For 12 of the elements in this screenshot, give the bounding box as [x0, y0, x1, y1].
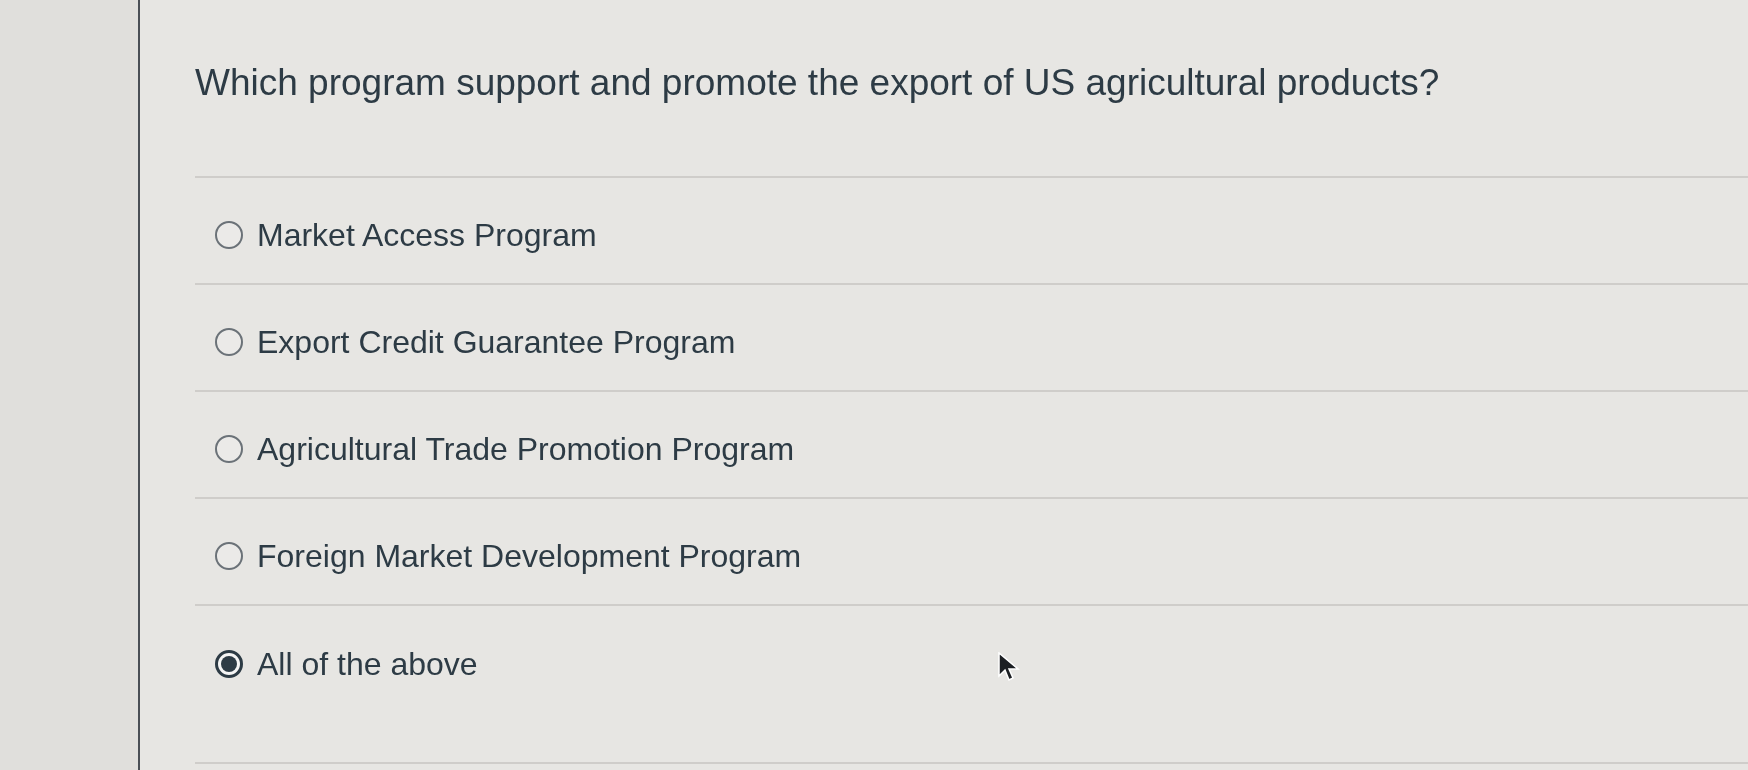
question-text: Which program support and promote the export of US agricultural products?	[195, 60, 1440, 105]
option-label[interactable]: Market Access Program	[257, 214, 597, 255]
option-label[interactable]: All of the above	[257, 643, 478, 684]
option-label[interactable]: Foreign Market Development Program	[257, 535, 802, 576]
option-label[interactable]: Agricultural Trade Promotion Program	[257, 428, 795, 469]
mouse-pointer-icon	[998, 652, 1020, 682]
radio-button[interactable]	[215, 649, 243, 678]
radio-button[interactable]	[215, 541, 243, 570]
radio-button[interactable]	[215, 220, 243, 249]
radio-button[interactable]	[215, 327, 243, 356]
radio-button[interactable]	[215, 434, 243, 463]
option-label[interactable]: Export Credit Guarantee Program	[257, 321, 736, 362]
